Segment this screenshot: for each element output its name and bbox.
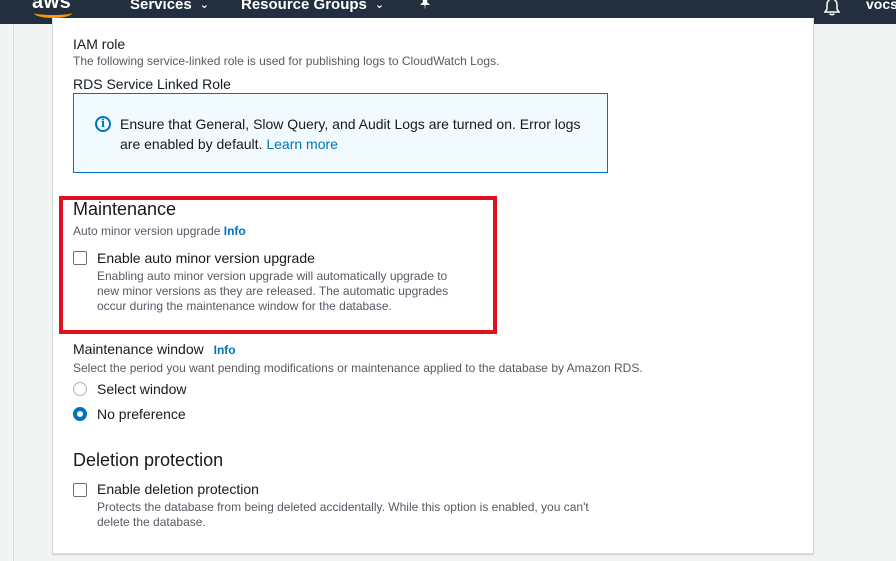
deletion-protection-description: Protects the database from being deleted… [97, 500, 589, 529]
maintenance-window-info-link[interactable]: Info [214, 343, 236, 357]
log-info-alert: i Ensure that General, Slow Query, and A… [73, 93, 608, 173]
left-divider [13, 24, 14, 561]
resource-groups-menu[interactable]: Resource Groups ⌄ [241, 0, 384, 13]
learn-more-link[interactable]: Learn more [266, 136, 338, 152]
pin-icon[interactable] [418, 0, 432, 13]
rds-service-linked-role: RDS Service Linked Role [73, 76, 231, 92]
maintenance-highlight-box [59, 196, 497, 334]
maintenance-window-label: Maintenance window Info [73, 341, 236, 357]
services-menu[interactable]: Services ⌄ [130, 0, 209, 13]
aws-logo-smile-icon [34, 8, 72, 18]
select-window-radio[interactable] [73, 382, 87, 396]
chevron-down-icon: ⌄ [199, 0, 209, 11]
iam-role-description: The following service-linked role is use… [73, 54, 500, 68]
resource-groups-label: Resource Groups [241, 0, 367, 13]
maintenance-window-description: Select the period you want pending modif… [73, 361, 643, 375]
bell-icon[interactable] [823, 0, 841, 16]
services-label: Services [130, 0, 192, 13]
deletion-protection-checkbox-label[interactable]: Enable deletion protection [97, 481, 259, 497]
maintenance-window-title: Maintenance window [73, 341, 204, 357]
info-circle-icon: i [95, 116, 111, 132]
no-preference-label[interactable]: No preference [97, 406, 186, 422]
iam-role-title: IAM role [73, 36, 126, 52]
chevron-down-icon: ⌄ [374, 0, 385, 11]
select-window-label[interactable]: Select window [97, 381, 187, 397]
no-preference-radio[interactable] [73, 407, 87, 421]
alert-text: Ensure that General, Slow Query, and Aud… [120, 114, 600, 154]
deletion-protection-heading: Deletion protection [73, 450, 224, 470]
user-menu[interactable]: vocs [866, 0, 896, 12]
alert-message: Ensure that General, Slow Query, and Aud… [120, 116, 581, 152]
deletion-protection-checkbox[interactable] [73, 483, 87, 497]
